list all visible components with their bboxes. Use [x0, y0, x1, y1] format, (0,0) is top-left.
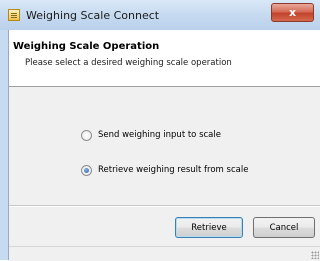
app-icon: [8, 9, 20, 21]
radio-send-to-scale[interactable]: [81, 129, 92, 141]
button-separator: [9, 205, 320, 207]
radio-retrieve-from-scale[interactable]: [81, 164, 92, 176]
close-icon: x: [288, 6, 297, 19]
dialog-body: Weighing Scale Operation Please select a…: [8, 30, 320, 261]
header-subtitle: Please select a desired weighing scale o…: [25, 58, 232, 68]
option-label-send[interactable]: Send weighing input to scale: [98, 130, 221, 140]
window-title: Weighing Scale Connect: [26, 9, 160, 22]
option-label-retrieve[interactable]: Retrieve weighing result from scale: [98, 165, 248, 175]
radio-selected-dot: [84, 167, 89, 173]
header-panel: Weighing Scale Operation Please select a…: [9, 30, 320, 87]
retrieve-button[interactable]: Retrieve: [175, 217, 243, 238]
title-bar[interactable]: Weighing Scale Connect x: [0, 0, 320, 30]
option-send-to-scale[interactable]: Send weighing input to scale: [81, 128, 221, 142]
cancel-button[interactable]: Cancel: [253, 217, 315, 238]
close-button[interactable]: x: [271, 3, 314, 22]
option-retrieve-from-scale[interactable]: Retrieve weighing result from scale: [81, 163, 248, 177]
resize-grip-icon[interactable]: [311, 251, 319, 259]
dialog-window: Weighing Scale Connect x Weighing Scale …: [0, 0, 320, 261]
status-bar: [9, 246, 320, 261]
header-title: Weighing Scale Operation: [13, 41, 160, 52]
